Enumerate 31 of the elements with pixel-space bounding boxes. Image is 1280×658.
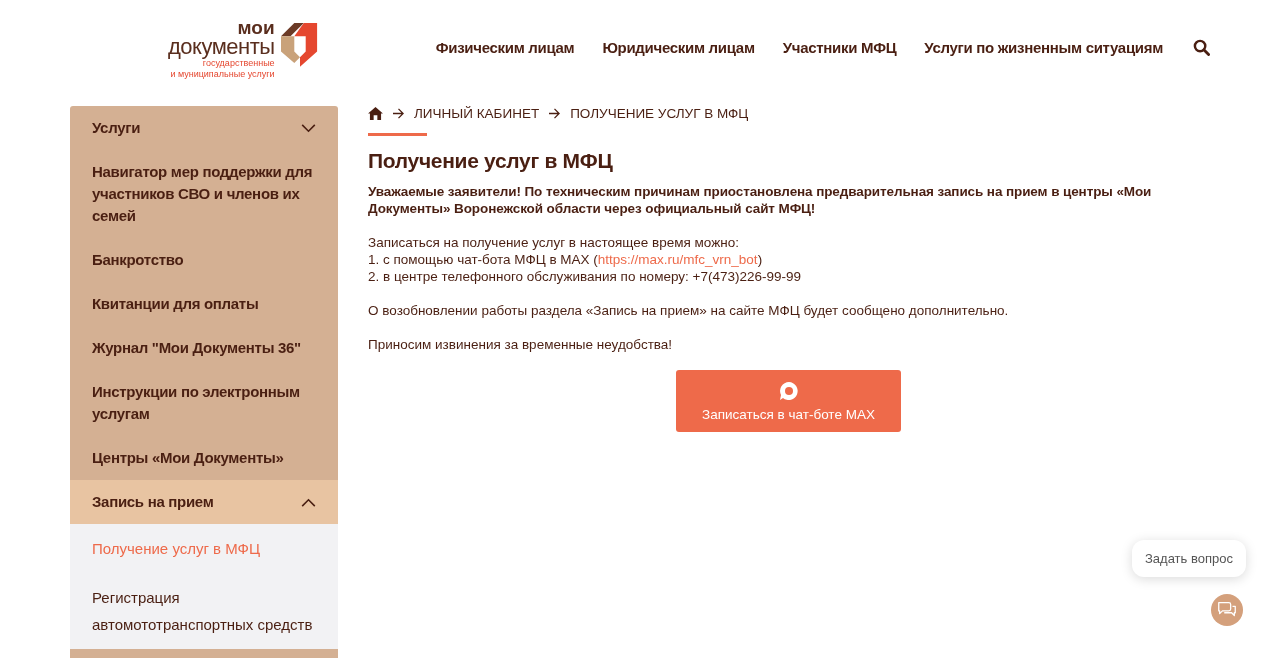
breadcrumb-link[interactable]: ПОЛУЧЕНИЕ УСЛУГ В МФЦ — [570, 106, 749, 121]
sidebar-group[interactable]: Услуги — [70, 106, 338, 150]
breadcrumb-link[interactable]: ЛИЧНЫЙ КАБИНЕТ — [414, 106, 540, 121]
nav-link[interactable]: Юридическим лицам — [602, 38, 755, 56]
chevron-icon — [301, 497, 316, 507]
sidebar-item[interactable]: Инструкции по электронным услугам — [70, 370, 338, 436]
arrow-icon — [392, 108, 405, 119]
chevron-icon — [301, 123, 316, 133]
home-icon[interactable] — [368, 107, 383, 120]
body-text: 2. в центре телефонного обслуживания по номеру: +7(473)226-99-99 — [368, 268, 802, 285]
sidebar-item[interactable]: Журнал "Мои Документы 36" — [70, 326, 338, 370]
tooltip: Задать вопрос — [1132, 540, 1246, 577]
nav-link[interactable]: Физическим лицам — [435, 38, 575, 56]
page-title: Получение услуг в МФЦ — [368, 149, 614, 173]
submenu-item[interactable]: Регистрация автомототранспортных средств — [70, 573, 338, 649]
nav-link[interactable]: Услуги по жизненным ситуациям — [924, 38, 1163, 56]
search-icon[interactable] — [1193, 38, 1210, 56]
notice-text: Уважаемые заявители! По техническим причинам приостановлена предварительная запись на прием в центры «Мои Документы» Воронежской области через официальный сайт МФЦ! — [368, 183, 1153, 217]
body-text: О возобновлении работы раздела «Запись на прием» на сайте МФЦ будет сообщено дополнительно. — [368, 302, 1010, 319]
body-text: 1. с помощью чат-бота МФЦ в MAX (https://max.ru/mfc_vrn_bot) — [368, 251, 764, 268]
arrow-icon — [548, 108, 562, 119]
chat-bubble-icon — [778, 380, 799, 401]
sidebar-item[interactable]: Навигатор мер поддержки для участников СВО и членов их семей — [70, 150, 338, 238]
nav-link[interactable]: Участники МФЦ — [782, 38, 897, 56]
sidebar-item[interactable]: Квитанции для оплаты — [70, 282, 338, 326]
sidebar-item[interactable]: Центры «Мои Документы» — [70, 436, 338, 480]
sidebar-item[interactable]: Банкротство — [70, 238, 338, 282]
body-text: Записаться на получение услуг в настоящее время можно: — [368, 234, 740, 251]
logo[interactable]: мои документы государственные и муниципальные услуги — [168, 19, 319, 79]
body-text: Приносим извинения за временные неудобства! — [368, 336, 674, 353]
sidebar-group[interactable]: Запись на прием — [70, 480, 338, 524]
